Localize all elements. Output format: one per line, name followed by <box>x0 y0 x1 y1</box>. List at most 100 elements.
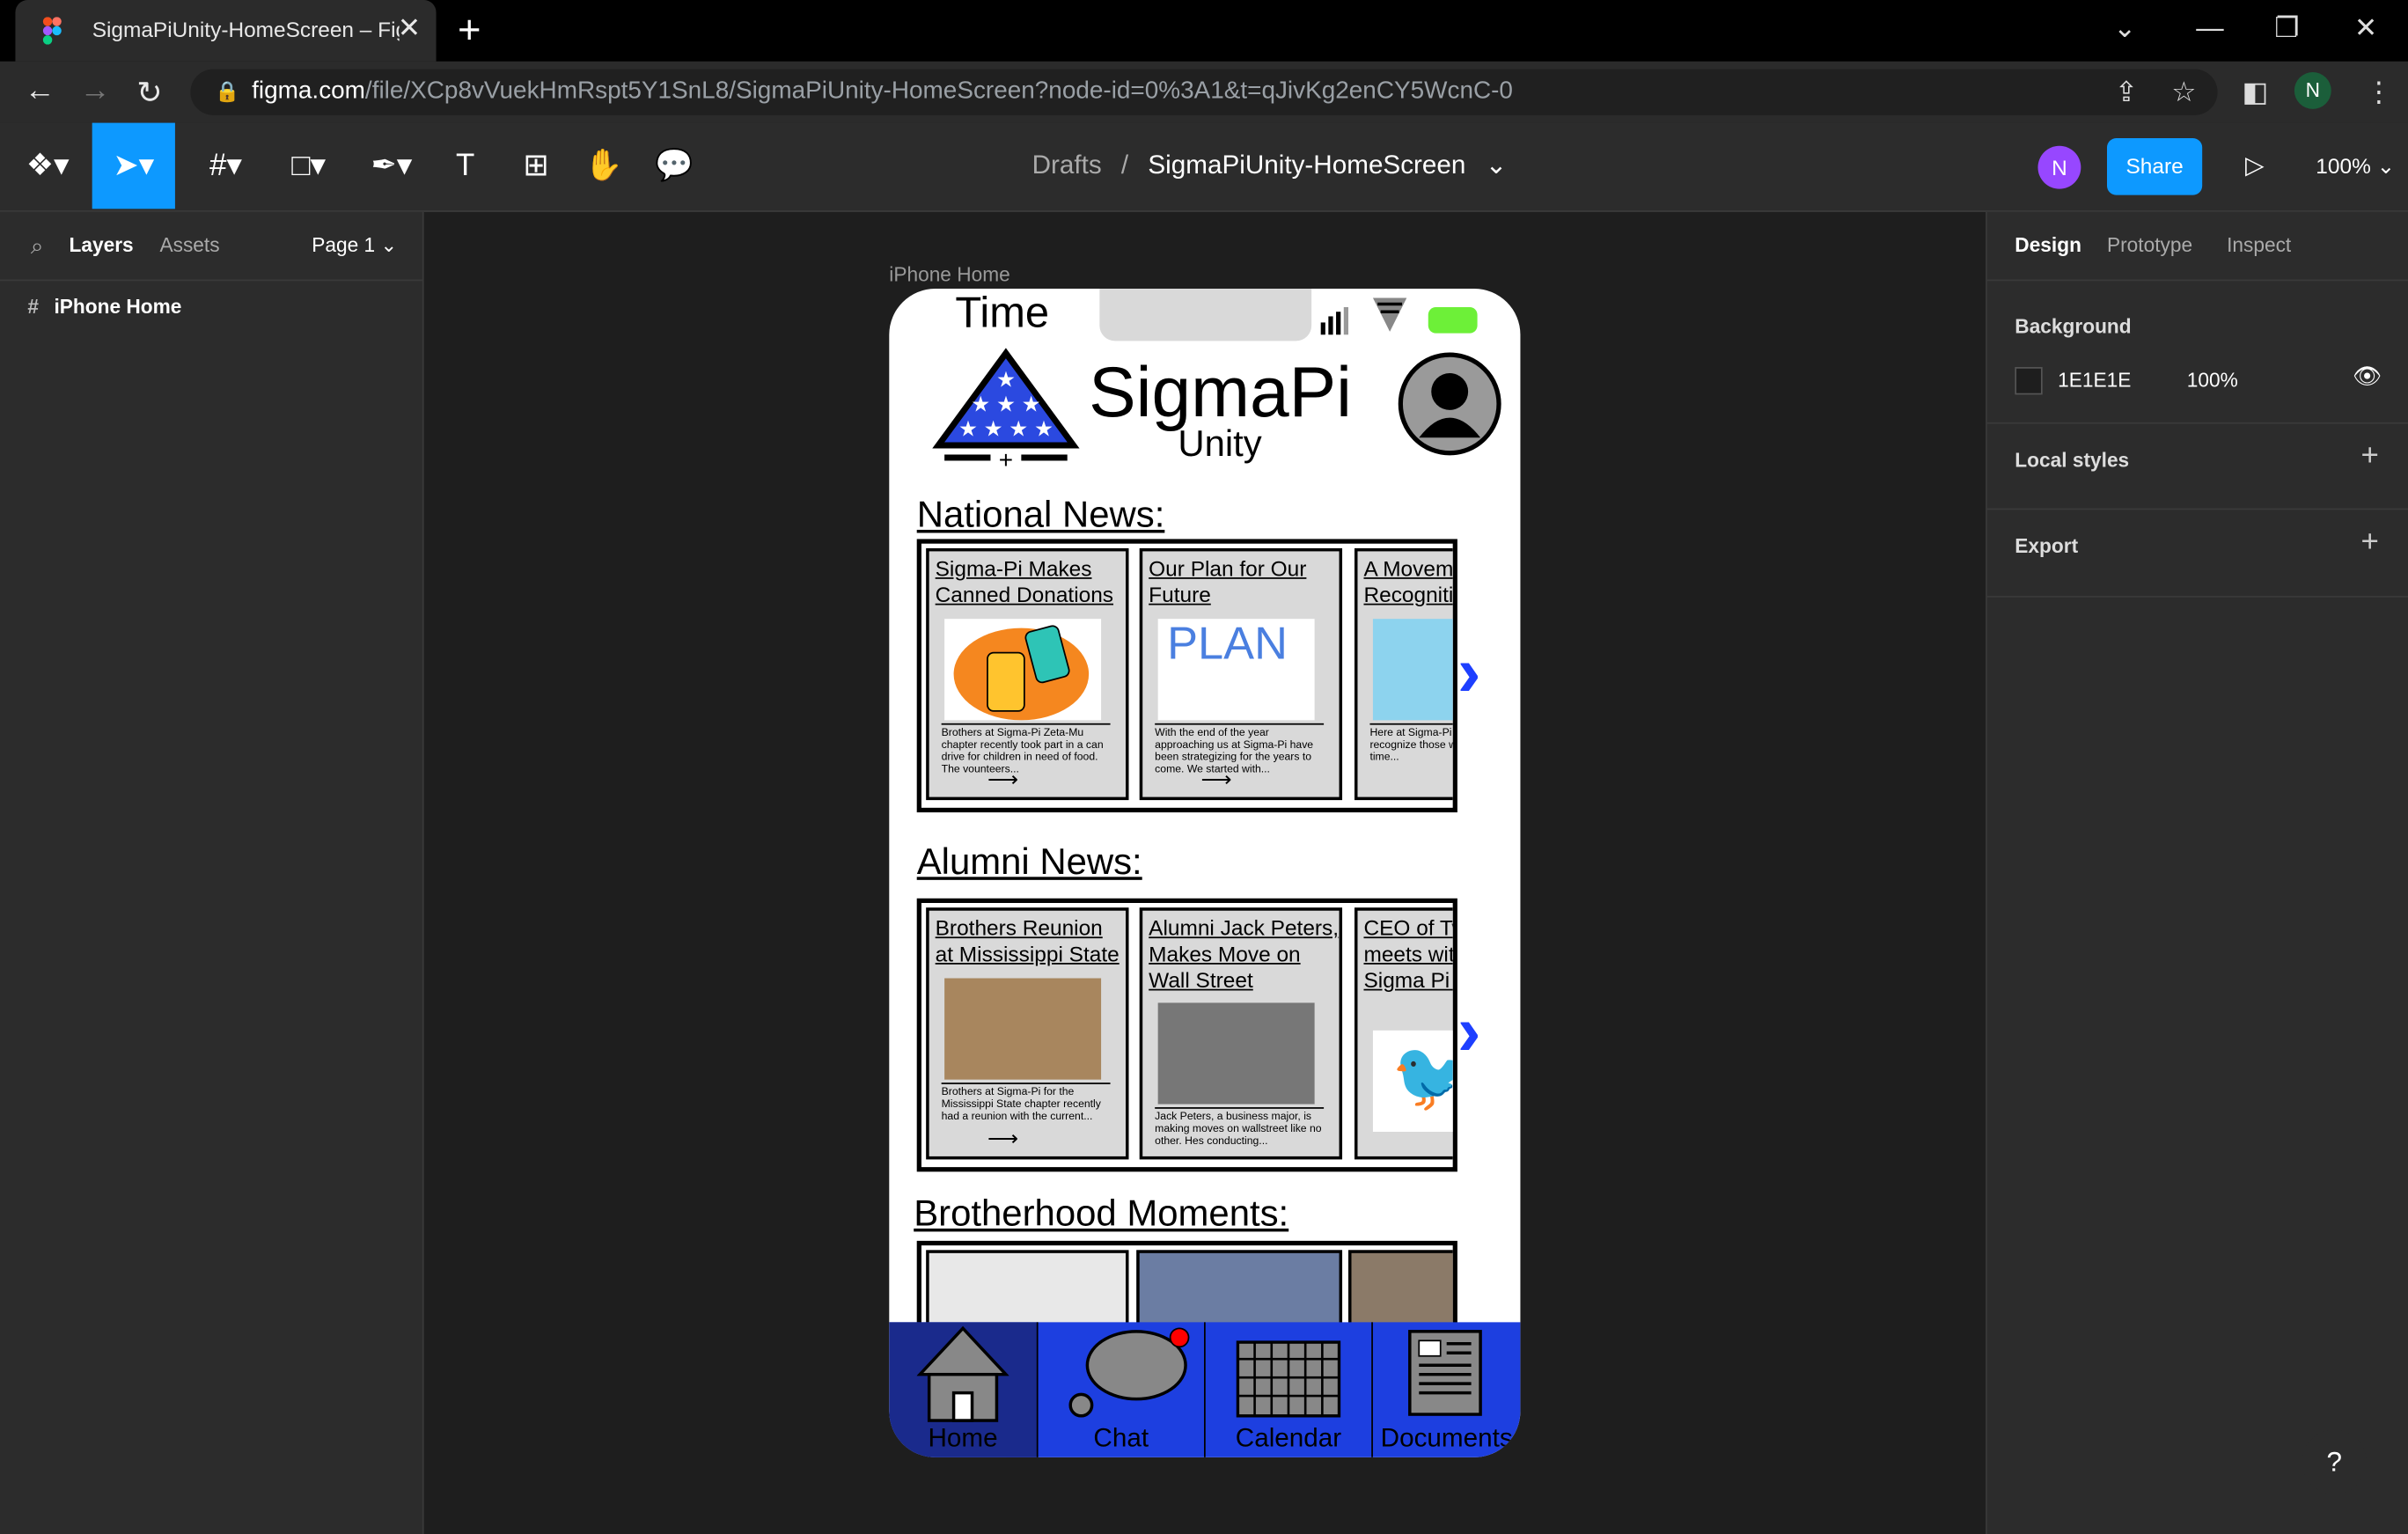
card-description: With the end of the year approaching us … <box>1155 723 1325 777</box>
local-styles-heading: Local styles <box>2015 448 2130 472</box>
news-card[interactable]: Alumni Jack Peters, Makes Move on Wall S… <box>1139 907 1343 1160</box>
card-title: Brothers Reunion at Mississippi State <box>935 914 1120 966</box>
zoom-value: 100% <box>2316 153 2371 179</box>
wall-street-image <box>1157 1002 1315 1105</box>
app-subtitle: Unity <box>1178 423 1262 466</box>
user-avatar[interactable]: N <box>2037 145 2081 189</box>
browser-menu-icon[interactable]: ⋮ <box>2365 77 2392 109</box>
card-title: Our Plan for Our Future <box>1149 555 1307 607</box>
browser-profile-avatar[interactable]: N <box>2294 72 2331 109</box>
tab-inspect[interactable]: Inspect <box>2227 233 2291 256</box>
minimize-icon[interactable]: — <box>2196 12 2223 45</box>
forward-icon[interactable]: → <box>80 74 111 109</box>
color-swatch[interactable] <box>2015 367 2043 395</box>
browser-tab-bar: SigmaPiUnity-HomeScreen – Figma ✕ + ⌄ — … <box>0 0 2408 62</box>
card-description: Brothers at Sigma-Pi Zeta-Mu chapter rec… <box>941 723 1111 777</box>
tab-layers[interactable]: Layers <box>70 233 134 256</box>
main-menu-icon[interactable]: ❖▾ <box>9 123 85 209</box>
present-play-icon[interactable]: ▷ <box>2245 150 2264 181</box>
nav-home[interactable]: Home <box>889 1322 1039 1457</box>
page-name: Page 1 <box>312 233 376 257</box>
reload-icon[interactable]: ↻ <box>136 74 162 113</box>
new-tab-button[interactable]: + <box>458 9 481 48</box>
close-window-icon[interactable]: ✕ <box>2354 12 2377 45</box>
next-chevron-icon[interactable]: › <box>1457 989 1481 1072</box>
share-page-icon[interactable]: ⇪ <box>2115 77 2138 109</box>
nav-documents[interactable]: Documents <box>1373 1322 1521 1457</box>
card-title: CEO of Twitter meets with Former Sigma P… <box>1363 914 1455 993</box>
hand-tool-icon[interactable]: ✋ <box>565 123 642 209</box>
move-tool-icon[interactable]: ➤▾ <box>92 122 175 209</box>
resources-icon[interactable]: ⊞ <box>497 123 574 209</box>
news-card[interactable]: Brothers Reunion at Mississippi State Br… <box>926 907 1129 1160</box>
tab-design[interactable]: Design <box>2015 233 2081 256</box>
restore-icon[interactable]: ❐ <box>2274 12 2299 45</box>
background-section: Background 1E1E1E 100% 👁 <box>1986 279 2408 424</box>
next-chevron-icon[interactable]: › <box>1457 629 1481 712</box>
tab-assets[interactable]: Assets <box>159 233 219 256</box>
page-selector[interactable]: Page 1 ⌄ <box>312 233 397 258</box>
layer-item-label: iPhone Home <box>54 295 182 319</box>
layer-item-iphone-home[interactable]: # iPhone Home <box>27 295 181 318</box>
text-tool-icon[interactable]: T <box>427 123 503 209</box>
background-heading: Background <box>2015 314 2132 338</box>
read-more-arrow-icon[interactable]: ⟶ <box>1201 767 1232 793</box>
alumni-news-title: Alumni News: <box>916 841 1142 884</box>
comment-tool-icon[interactable]: 💬 <box>635 123 712 209</box>
background-opacity[interactable]: 100% <box>2187 369 2238 392</box>
share-button[interactable]: Share <box>2107 138 2203 195</box>
read-more-arrow-icon[interactable]: ⟶ <box>987 767 1018 793</box>
file-name[interactable]: SigmaPiUnity-HomeScreen <box>1148 150 1465 180</box>
sidebar-icon[interactable]: ◧ <box>2243 77 2269 109</box>
close-tab-icon[interactable]: ✕ <box>398 12 421 45</box>
national-news-carousel[interactable]: Sigma-Pi Makes Canned Donations Brothers… <box>916 539 1457 813</box>
pen-tool-icon[interactable]: ✒▾ <box>353 123 429 209</box>
nav-chat-label: Chat <box>1093 1423 1149 1453</box>
breadcrumb-separator: / <box>1120 150 1129 180</box>
tab-title: SigmaPiUnity-HomeScreen – Figma <box>92 17 400 42</box>
frame-icon: # <box>27 295 40 319</box>
news-card[interactable]: Sigma-Pi Makes Canned Donations Brothers… <box>926 547 1129 801</box>
frame-label[interactable]: iPhone Home <box>889 262 1009 285</box>
url-field[interactable]: 🔒 figma.com/file/XCp8vVuekHmRspt5Y1SnL8/… <box>190 69 2218 115</box>
panel-divider <box>0 279 422 282</box>
eye-icon[interactable]: 👁 <box>2353 363 2382 391</box>
help-button[interactable]: ? <box>2302 1429 2367 1494</box>
back-icon[interactable]: ← <box>25 74 55 109</box>
chevron-down-icon[interactable]: ⌄ <box>1486 150 1508 180</box>
news-card[interactable]: A Movement Recognition Here at Sigma-Pi … <box>1354 547 1453 801</box>
nav-calendar[interactable]: Calendar <box>1206 1322 1373 1457</box>
news-card[interactable]: CEO of Twitter meets with Former Sigma P… <box>1354 907 1455 1160</box>
battery-icon <box>1428 306 1478 334</box>
profile-avatar-icon[interactable] <box>1398 352 1502 457</box>
shape-tool-icon[interactable]: □▾ <box>270 123 347 209</box>
card-description: Here at Sigma-Pi to honor and recognize … <box>1369 723 1453 765</box>
twitter-bird-icon: 🐦 <box>1391 1037 1453 1117</box>
brotherhood-moments-title: Brotherhood Moments: <box>914 1193 1289 1235</box>
url-path: /file/XCp8vVuekHmRspt5Y1SnL8/SigmaPiUnit… <box>364 77 1513 105</box>
lock-icon: 🔒 <box>215 79 240 103</box>
tab-search-icon[interactable]: ⌄ <box>2113 12 2136 45</box>
sigma-pi-logo: ★ ★ ★ ★ ★ ★ ★ ★ + <box>932 348 1080 473</box>
calendar-icon <box>1236 1340 1341 1418</box>
card-title: Sigma-Pi Makes Canned Donations <box>935 555 1114 607</box>
add-export-icon[interactable]: + <box>2360 525 2378 561</box>
frame-tool-icon[interactable]: #▾ <box>187 123 264 209</box>
export-heading: Export <box>2015 534 2079 558</box>
browser-tab[interactable]: SigmaPiUnity-HomeScreen – Figma ✕ <box>15 0 437 62</box>
read-more-arrow-icon[interactable]: ⟶ <box>987 1126 1018 1152</box>
add-style-icon[interactable]: + <box>2360 439 2378 474</box>
zoom-dropdown[interactable]: 100% ⌄ <box>2316 153 2395 180</box>
background-hex[interactable]: 1E1E1E <box>2058 369 2131 392</box>
breadcrumb: Drafts / SigmaPiUnity-HomeScreen ⌄ <box>1032 150 1508 181</box>
nav-chat[interactable]: Chat <box>1039 1322 1206 1457</box>
alumni-news-carousel[interactable]: Brothers Reunion at Mississippi State Br… <box>916 898 1457 1172</box>
card-description: Brothers at Sigma-Pi for the Mississippi… <box>941 1083 1111 1124</box>
breadcrumb-drafts[interactable]: Drafts <box>1032 150 1102 180</box>
bookmark-star-icon[interactable]: ☆ <box>2171 77 2196 109</box>
plan-image: PLAN <box>1157 619 1315 721</box>
search-icon[interactable]: ⌕ <box>31 233 44 260</box>
iphone-home-frame[interactable]: Time ★ ★ ★ ★ ★ ★ ★ ★ + SigmaPi Unity Nat… <box>889 289 1521 1457</box>
news-card[interactable]: Our Plan for Our Future PLAN With the en… <box>1139 547 1343 801</box>
tab-prototype[interactable]: Prototype <box>2107 233 2192 256</box>
